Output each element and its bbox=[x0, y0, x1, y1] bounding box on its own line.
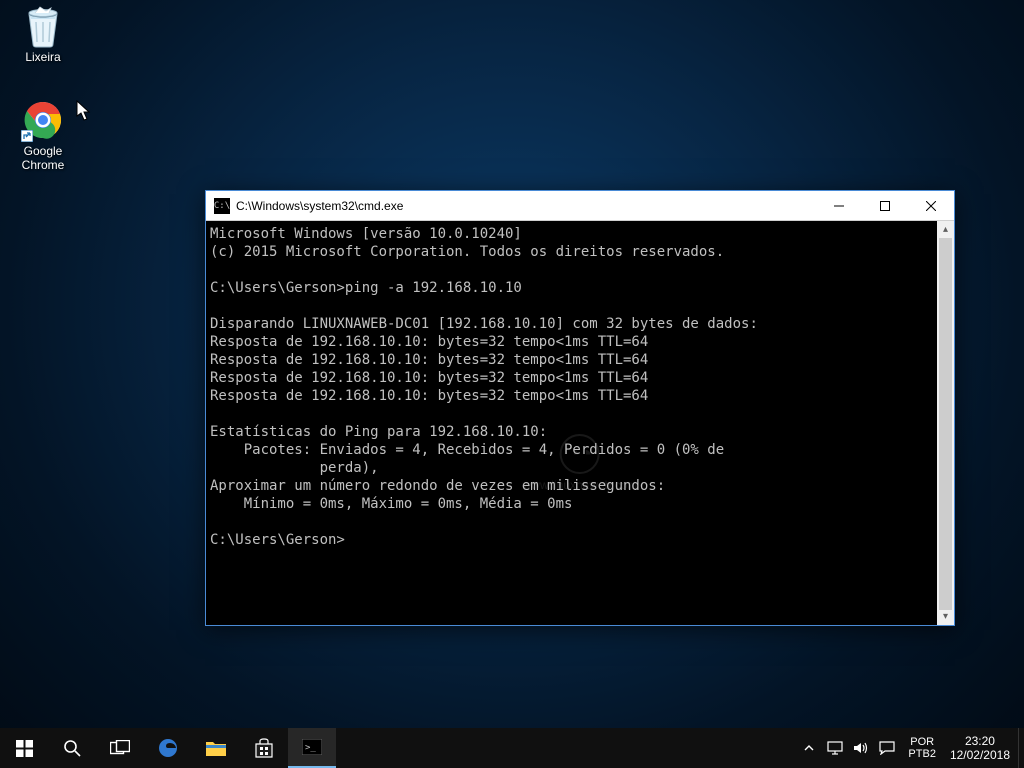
system-tray bbox=[794, 728, 902, 768]
taskbar-app-edge[interactable] bbox=[144, 728, 192, 768]
svg-text:>_: >_ bbox=[305, 743, 316, 753]
show-desktop-button[interactable] bbox=[1018, 728, 1024, 768]
language-primary: POR bbox=[910, 736, 934, 748]
scroll-thumb[interactable] bbox=[939, 238, 952, 610]
taskbar: >_ POR PTB2 23:20 bbox=[0, 728, 1024, 768]
maximize-button[interactable] bbox=[862, 191, 908, 221]
language-indicator[interactable]: POR PTB2 bbox=[902, 728, 942, 768]
language-secondary: PTB2 bbox=[908, 748, 936, 760]
search-button[interactable] bbox=[48, 728, 96, 768]
desktop-icon-label: Lixeira bbox=[6, 50, 80, 64]
recycle-bin-icon bbox=[21, 4, 65, 48]
cmd-icon: C:\ bbox=[214, 198, 230, 214]
desktop-icon-recycle-bin[interactable]: Lixeira bbox=[6, 4, 80, 64]
start-button[interactable] bbox=[0, 728, 48, 768]
scrollbar[interactable]: ▴ ▾ bbox=[937, 221, 954, 625]
taskbar-spacer bbox=[336, 728, 794, 768]
chrome-icon bbox=[21, 98, 65, 142]
desktop-icon-label: Google Chrome bbox=[6, 144, 80, 172]
tray-chevron-up-icon[interactable] bbox=[798, 728, 820, 768]
mouse-cursor-icon bbox=[76, 100, 92, 122]
tray-action-center-icon[interactable] bbox=[876, 728, 898, 768]
window-title: C:\Windows\system32\cmd.exe bbox=[236, 199, 816, 213]
desktop-icon-chrome[interactable]: Google Chrome bbox=[6, 98, 80, 172]
minimize-button[interactable] bbox=[816, 191, 862, 221]
cmd-window: C:\ C:\Windows\system32\cmd.exe Microsof… bbox=[205, 190, 955, 626]
taskbar-app-store[interactable] bbox=[240, 728, 288, 768]
clock-date: 12/02/2018 bbox=[950, 748, 1010, 762]
tray-volume-icon[interactable] bbox=[850, 728, 872, 768]
titlebar[interactable]: C:\ C:\Windows\system32\cmd.exe bbox=[206, 191, 954, 221]
task-view-button[interactable] bbox=[96, 728, 144, 768]
tray-network-icon[interactable] bbox=[824, 728, 846, 768]
scroll-down-button[interactable]: ▾ bbox=[937, 608, 954, 625]
close-button[interactable] bbox=[908, 191, 954, 221]
terminal-output[interactable]: Microsoft Windows [versão 10.0.10240] (c… bbox=[206, 221, 937, 625]
clock-time: 23:20 bbox=[965, 734, 995, 748]
clock[interactable]: 23:20 12/02/2018 bbox=[942, 728, 1018, 768]
taskbar-app-explorer[interactable] bbox=[192, 728, 240, 768]
scroll-up-button[interactable]: ▴ bbox=[937, 221, 954, 238]
taskbar-app-cmd[interactable]: >_ bbox=[288, 728, 336, 768]
